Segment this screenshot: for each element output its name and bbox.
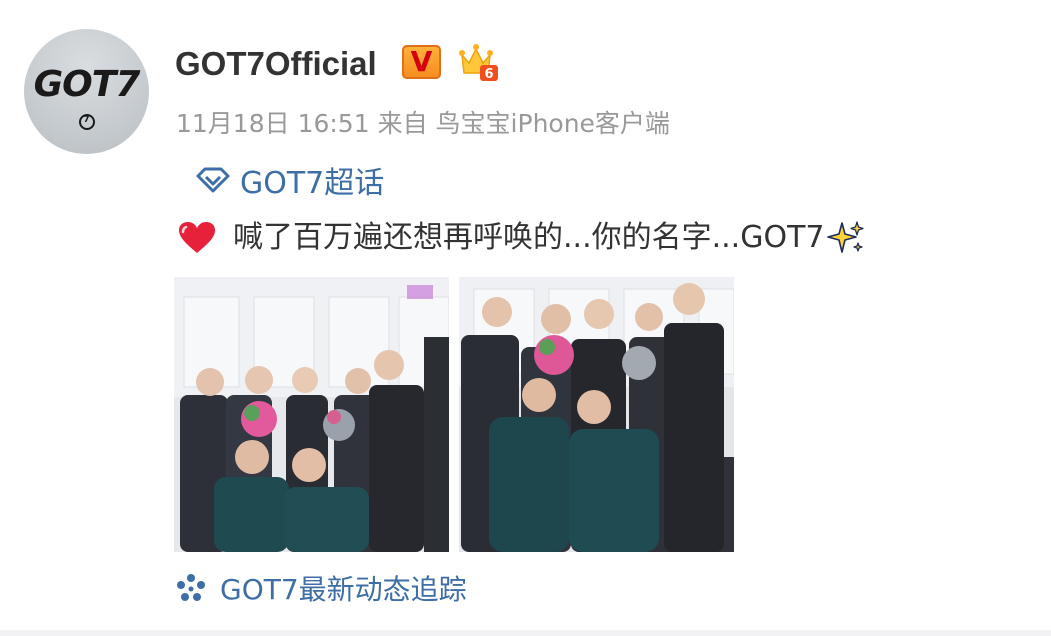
post-photo-1[interactable] [174,277,449,552]
post-text-content: 喊了百万遍还想再呼唤的...你的名字...GOT7 [233,220,825,255]
super-topic-label: GOT7超话 [240,166,385,201]
member-level-number: 6 [484,67,493,82]
post-meta: 11月18日 16:51 来自 鸟宝宝iPhone客户端 [176,107,670,141]
post-timestamp[interactable]: 11月18日 16:51 [176,109,370,138]
super-topic-diamond-icon [196,167,230,193]
weibo-post: GOT7 GOT7Official V 6 11月18日 16:51 来自 鸟宝… [0,0,1051,636]
post-photo-2[interactable] [459,277,734,552]
trending-topic-label: GOT7最新动态追踪 [220,573,467,606]
username-link[interactable]: GOT7Official [175,44,377,84]
avatar-logo-text: GOT7 [33,64,141,105]
verified-badge-icon[interactable]: V [402,45,441,79]
avatar[interactable]: GOT7 [24,29,149,154]
emblem-icon [78,114,95,130]
super-topic-link[interactable]: GOT7超话 [194,160,385,201]
post-text: 喊了百万遍还想再呼唤的...你的名字...GOT7 [177,217,865,259]
verified-badge-letter: V [410,45,433,78]
post-divider [0,630,1051,636]
blue-flower-icon [177,574,205,601]
member-crown-icon[interactable]: 6 [456,41,500,83]
client-source[interactable]: 鸟宝宝iPhone客户端 [436,109,670,138]
red-heart-icon [179,222,215,253]
trending-topic-link[interactable]: GOT7最新动态追踪 [176,570,467,606]
sparkles-icon [826,221,864,253]
from-label: 来自 [377,109,428,138]
